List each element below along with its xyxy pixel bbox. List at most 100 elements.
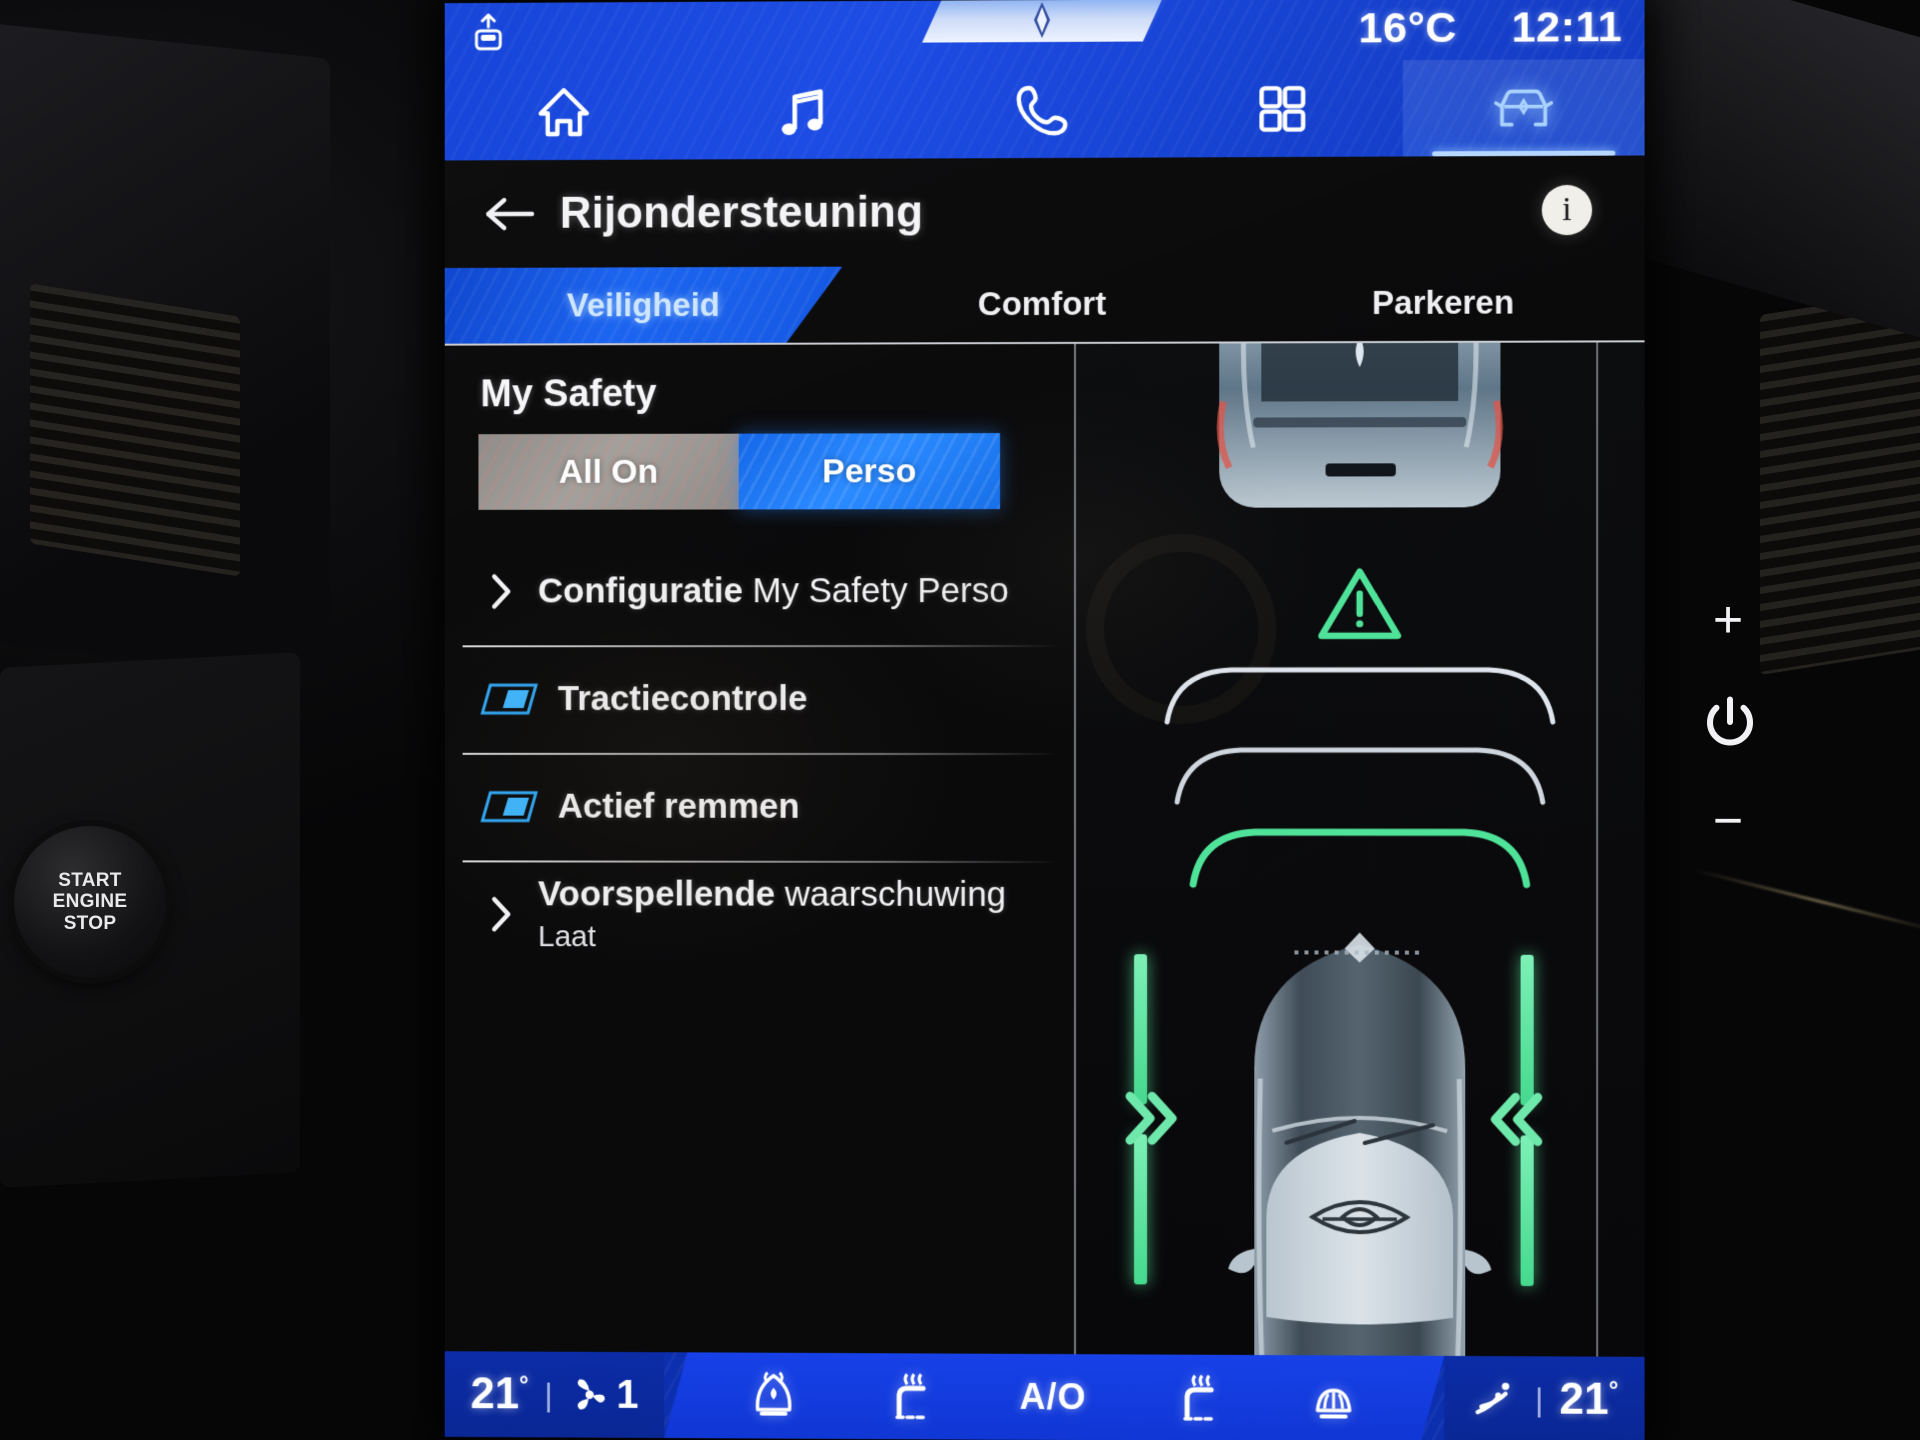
list-item-label: Tractiecontrole (558, 679, 808, 719)
toggle-on-icon[interactable] (478, 682, 540, 716)
passenger-temp-degree: ° (1608, 1377, 1619, 1405)
tab-comfort-label: Comfort (977, 284, 1107, 323)
label-rest: waarschuwing (775, 874, 1007, 914)
lead-car-rear-icon (1209, 342, 1510, 508)
passenger-temp-value: 21 (1559, 1374, 1609, 1424)
auto-climate-label: A/O (1019, 1375, 1087, 1418)
list-item-configuratie-my-safety-perso[interactable]: Configuratie My Safety Perso (445, 537, 1074, 645)
airflow-icon (1470, 1382, 1518, 1423)
list-item-tractiecontrole[interactable]: Tractiecontrole (445, 645, 1074, 753)
nav-item-vehicle[interactable] (1402, 59, 1645, 157)
nav-item-phone[interactable] (922, 61, 1162, 158)
section-title: My Safety (480, 372, 657, 416)
nav-item-media[interactable] (683, 63, 922, 160)
start-line-2: ENGINE (52, 891, 128, 913)
fan-icon (577, 1379, 605, 1410)
tab-veiligheid[interactable]: Veiligheid (445, 267, 843, 344)
seat-heat-left-button[interactable] (884, 1370, 936, 1422)
trim-highlight-lower (1693, 868, 1920, 935)
apps-grid-icon (1251, 78, 1313, 140)
tab-comfort[interactable]: Comfort (842, 265, 1242, 342)
label-bold: Voorspellende (537, 874, 776, 914)
segment-all-on[interactable]: All On (478, 433, 739, 510)
right-guide-line (1596, 342, 1599, 1357)
chevrons-right-icon (1124, 1086, 1182, 1150)
front-defrost-icon (748, 1370, 800, 1422)
ego-car-top-icon (1228, 932, 1492, 1357)
airflow-button[interactable] (1470, 1375, 1518, 1423)
volume-up-button[interactable]: + (1700, 592, 1756, 648)
right-air-vent (1760, 284, 1920, 676)
driver-temp-value: 21 (470, 1369, 520, 1419)
tab-veiligheid-label: Veiligheid (566, 286, 720, 324)
left-air-vent (30, 283, 240, 577)
settings-list: Configuratie My Safety Perso Tractiecont… (445, 537, 1074, 969)
start-engine-stop-label: START ENGINE STOP (53, 870, 128, 934)
chevron-right-icon (488, 572, 514, 612)
lane-bar-left-lower (1134, 1134, 1148, 1285)
top-bar: 16°C 12:11 (444, 0, 1645, 161)
start-line-3: STOP (63, 912, 117, 934)
driver-temp-degree: ° (519, 1371, 529, 1399)
list-item-actief-remmen[interactable]: Actief remmen (445, 753, 1074, 861)
main-nav-bar (445, 59, 1645, 160)
list-item-voorspellende-waarschuwing[interactable]: Voorspellende waarschuwing Laat (445, 860, 1074, 969)
segment-perso[interactable]: Perso (738, 433, 1001, 510)
list-item-label: Actief remmen (558, 787, 800, 827)
fan-speed-control[interactable]: 1 (569, 1372, 639, 1417)
seat-heat-right-button[interactable] (1171, 1372, 1223, 1424)
minus-icon: − (1712, 792, 1744, 850)
right-dash-panel (1640, 0, 1920, 344)
status-right-group: 16°C 12:11 (1358, 3, 1622, 54)
driver-temperature[interactable]: 21° (471, 1369, 529, 1419)
row-text: Actief remmen (558, 787, 800, 827)
front-defrost-button[interactable] (748, 1370, 800, 1422)
climate-right-divider: | (1534, 1380, 1544, 1418)
phone-icon (1016, 85, 1068, 136)
home-icon (533, 81, 595, 143)
climate-left-divider: | (544, 1376, 553, 1412)
car-interior-scene: START ENGINE STOP + − 16°C 12:11 Rijonde… (0, 0, 1920, 1440)
auto-climate-button[interactable]: A/O (1020, 1376, 1087, 1418)
lane-bar-left-upper (1134, 954, 1148, 1105)
tab-parkeren[interactable]: Parkeren (1242, 264, 1644, 341)
tab-parkeren-label: Parkeren (1372, 283, 1515, 322)
music-note-icon (781, 80, 834, 136)
label-rest: My Safety Perso (742, 571, 1009, 611)
passenger-temperature[interactable]: 21° (1559, 1374, 1618, 1424)
clock: 12:11 (1511, 2, 1623, 52)
back-arrow-icon[interactable] (480, 192, 538, 236)
power-icon (1707, 696, 1753, 746)
seat-heat-right-icon (1171, 1372, 1223, 1424)
info-icon: i (1562, 190, 1572, 229)
rear-defrost-button[interactable] (1307, 1372, 1359, 1424)
warning-triangle-icon (1317, 566, 1403, 642)
list-item-label: Voorspellende waarschuwing (538, 874, 1006, 915)
distance-arc-far (1159, 662, 1561, 728)
page-title: Rijondersteuning (559, 187, 924, 238)
content-body: My Safety All On Perso Configuratie My S… (444, 342, 1645, 1357)
vehicle-visualisation-pane (1074, 342, 1645, 1357)
fan-speed-value: 1 (616, 1372, 639, 1417)
distance-arc-near (1159, 822, 1561, 889)
chevron-wrap (478, 894, 524, 934)
volume-down-button[interactable]: − (1700, 792, 1756, 850)
toggle-on-icon[interactable] (478, 790, 540, 824)
info-button[interactable]: i (1541, 184, 1593, 236)
start-engine-stop-button[interactable]: START ENGINE STOP (14, 826, 166, 978)
toggle-wrap (478, 790, 540, 824)
settings-pane: My Safety All On Perso Configuratie My S… (445, 344, 1074, 1354)
list-item-label: Configuratie My Safety Perso (538, 571, 1009, 611)
brand-logo-tab (922, 0, 1162, 43)
nav-item-home[interactable] (445, 64, 683, 161)
label-bold: Actief remmen (557, 786, 800, 826)
nav-item-apps[interactable] (1162, 60, 1403, 157)
segment-perso-label: Perso (822, 451, 917, 490)
climate-center-group: A/O (664, 1352, 1444, 1440)
rear-defrost-icon (1307, 1372, 1359, 1424)
label-bold: Configuratie (537, 571, 743, 611)
seat-heat-left-icon (884, 1370, 936, 1422)
tab-strip: Veiligheid Comfort Parkeren (444, 263, 1645, 346)
list-item-value: Laat (537, 920, 596, 954)
power-button[interactable] (1700, 692, 1760, 752)
